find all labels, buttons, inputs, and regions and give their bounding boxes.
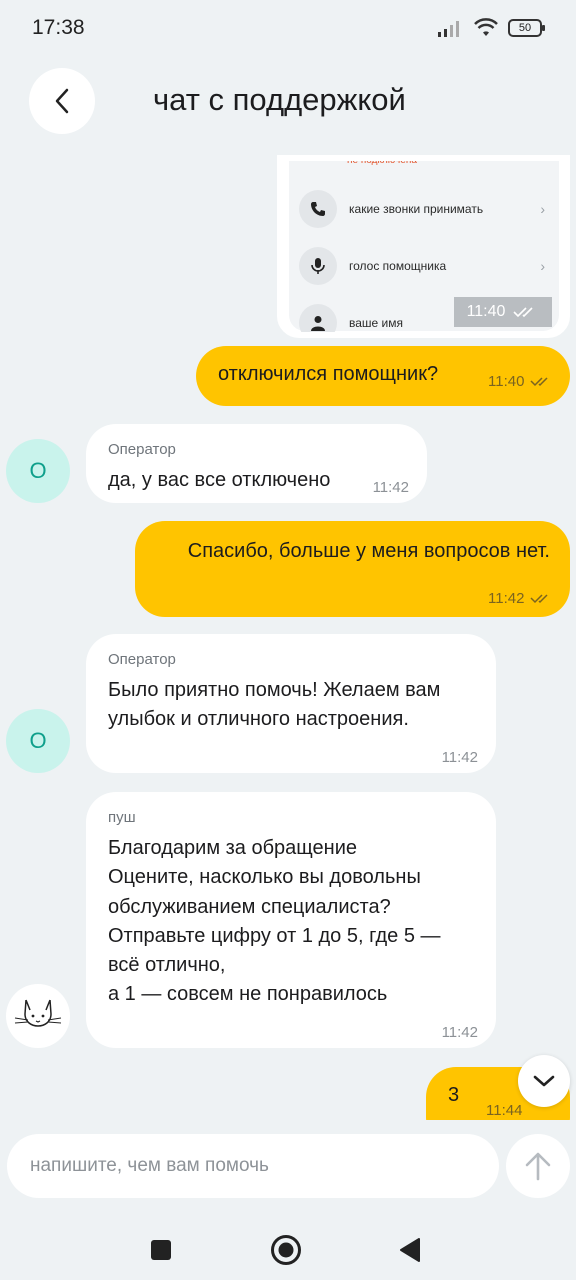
message-composer: [0, 1134, 576, 1200]
message-text: отключился помощник?: [218, 363, 439, 385]
message-line: всё отлично,: [108, 954, 226, 977]
recents-button[interactable]: [141, 1230, 181, 1270]
home-button[interactable]: [266, 1230, 306, 1270]
message-text: 3: [448, 1084, 460, 1106]
wifi-icon: [474, 18, 498, 36]
message-time: 11:42: [488, 590, 525, 607]
message-time: 11:42: [441, 1024, 478, 1041]
message-line: Оцените, насколько вы довольны: [108, 866, 421, 889]
message-line: а 1 — совсем не понравилось: [108, 983, 388, 1006]
message-time: 11:40: [488, 373, 525, 390]
incoming-message[interactable]: Оператор Было приятно помочь! Желаем вам…: [86, 634, 496, 773]
square-icon: [151, 1240, 171, 1260]
screenshot-row-label: голос помощника: [349, 259, 447, 273]
screenshot-top-text: не подключена: [347, 155, 417, 166]
message-meta: 11:44: [486, 1095, 522, 1120]
message-text: Спасибо, больше у меня вопросов нет.: [187, 540, 550, 562]
message-text: Было приятно помочь! Желаем вам улыбок и…: [108, 679, 441, 730]
double-check-icon: [513, 307, 533, 318]
incoming-message[interactable]: Оператор да, у вас все отключено 11:42: [86, 424, 427, 503]
message-meta: 11:40: [488, 366, 552, 396]
operator-avatar: О: [6, 709, 70, 773]
cat-avatar: [6, 984, 70, 1048]
scroll-down-button[interactable]: [518, 1055, 570, 1107]
chevron-right-icon: ›: [540, 201, 545, 217]
cat-icon: [14, 999, 62, 1027]
back-button[interactable]: [29, 68, 95, 134]
message-time-text: 11:40: [466, 303, 506, 320]
page-title: чат с поддержкой: [153, 82, 406, 117]
message-text: да, у вас все отключено: [108, 469, 331, 491]
screenshot-row: какие звонки принимать ›: [299, 187, 559, 231]
status-time: 17:38: [32, 16, 85, 39]
battery-icon: 50: [508, 19, 545, 37]
microphone-icon: [299, 247, 337, 285]
message-line: Отправьте цифру от 1 до 5, где 5 —: [108, 924, 441, 947]
phone-icon: [299, 190, 337, 228]
image-message[interactable]: не подключена какие звонки принимать › г…: [277, 155, 570, 338]
incoming-message[interactable]: пуш Благодарим за обращение Оцените, нас…: [86, 792, 496, 1048]
message-meta: 11:42: [488, 583, 552, 613]
outgoing-message[interactable]: отключился помощник? 11:40: [196, 346, 570, 406]
message-text: Благодарим за обращение Оцените, насколь…: [108, 834, 474, 1010]
chevron-left-icon: [55, 88, 69, 114]
double-check-icon: [530, 594, 548, 603]
home-circle-icon: [271, 1235, 301, 1265]
outgoing-message[interactable]: Спасибо, больше у меня вопросов нет. 11:…: [135, 521, 570, 617]
arrow-up-icon: [525, 1152, 551, 1181]
screenshot-row: голос помощника ›: [299, 244, 559, 288]
double-check-icon: [530, 377, 548, 386]
message-time: 11:42: [441, 749, 478, 766]
operator-avatar: О: [6, 439, 70, 503]
message-time: 11:42: [372, 479, 409, 496]
status-icons: 50: [438, 18, 545, 38]
screenshot-row-label: какие звонки принимать: [349, 202, 484, 216]
chevron-right-icon: ›: [540, 258, 545, 274]
message-sender: Оператор: [108, 651, 176, 668]
chat-header: чат с поддержкой: [0, 68, 576, 136]
back-nav-button[interactable]: [390, 1230, 430, 1270]
triangle-back-icon: [400, 1238, 420, 1262]
message-line: обслуживанием специалиста?: [108, 895, 391, 918]
status-bar: 17:38 50: [0, 0, 576, 60]
chevron-down-icon: [533, 1075, 555, 1087]
chat-messages[interactable]: не подключена какие звонки принимать › г…: [0, 155, 576, 1120]
message-time: 11:40: [454, 297, 552, 327]
message-sender: пуш: [108, 809, 136, 826]
message-time: 11:44: [486, 1102, 523, 1119]
message-line: Благодарим за обращение: [108, 837, 357, 859]
send-button[interactable]: [506, 1134, 570, 1198]
system-nav-bar: [0, 1210, 576, 1280]
message-input[interactable]: [7, 1134, 499, 1198]
signal-icon: [438, 21, 459, 37]
person-icon: [299, 304, 337, 332]
message-sender: Оператор: [108, 441, 176, 458]
